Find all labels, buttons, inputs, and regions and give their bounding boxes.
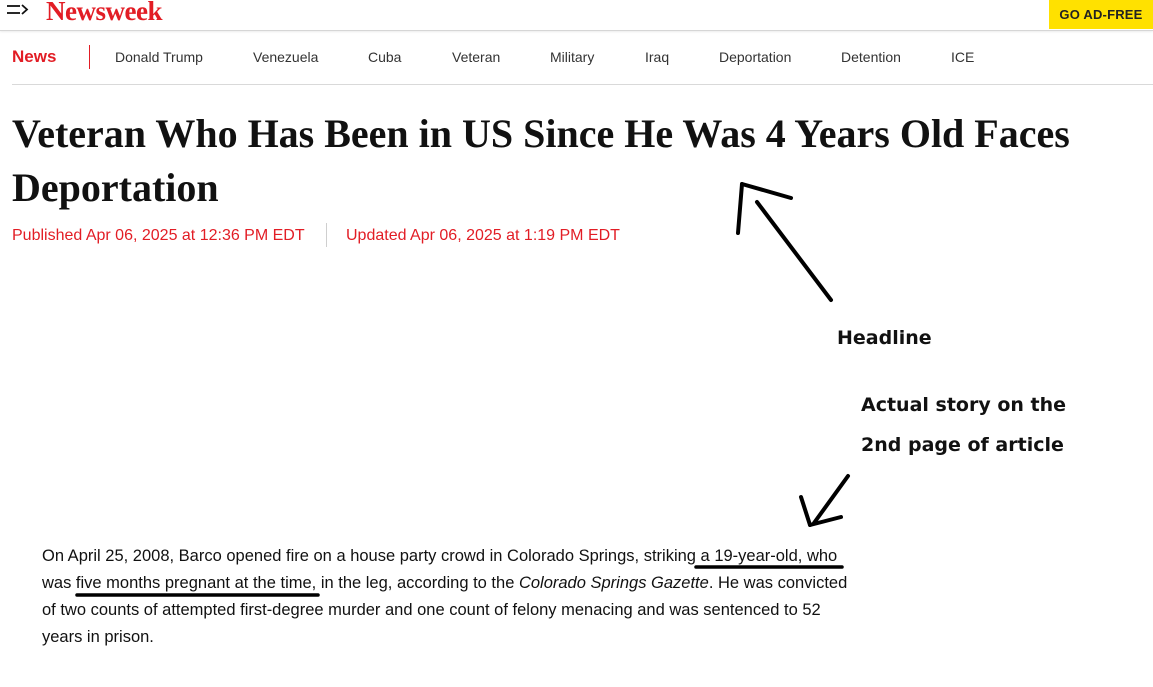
nav-item-ice[interactable]: ICE <box>951 49 974 65</box>
top-bar: Newsweek GO AD-FREE <box>0 0 1153 31</box>
story-arrow-icon <box>799 474 850 527</box>
story-text-part2: at the time, in the leg, according to th… <box>230 574 519 592</box>
nav-divider <box>89 45 90 69</box>
headline-annotation-label: Headline <box>837 327 932 349</box>
story-highlight-victim-age: striking a 19-year-old, <box>639 547 803 565</box>
nav-section-news[interactable]: News <box>12 47 56 67</box>
go-ad-free-button[interactable]: GO AD-FREE <box>1049 0 1153 29</box>
nav-item-deportation[interactable]: Deportation <box>719 49 791 65</box>
story-annotation-label-line1: Actual story on the <box>861 394 1067 416</box>
story-paragraph: On April 25, 2008, Barco opened fire on … <box>42 543 857 651</box>
updated-date: Updated Apr 06, 2025 at 1:19 PM EDT <box>346 227 620 244</box>
newsweek-logo[interactable]: Newsweek <box>46 0 162 27</box>
nav-item-venezuela[interactable]: Venezuela <box>253 49 318 65</box>
nav-item-cuba[interactable]: Cuba <box>368 49 401 65</box>
story-text-part1: On April 25, 2008, Barco opened fire on … <box>42 547 640 565</box>
nav-item-iraq[interactable]: Iraq <box>645 49 669 65</box>
nav-item-veteran[interactable]: Veteran <box>452 49 500 65</box>
topic-nav: News Donald Trump Venezuela Cuba Veteran… <box>12 44 1153 70</box>
nav-item-donald-trump[interactable]: Donald Trump <box>115 49 203 65</box>
article-headline: Veteran Who Has Been in US Since He Was … <box>12 111 1070 210</box>
nav-divider-rule <box>12 84 1153 85</box>
story-annotation-label-line2: 2nd page of article <box>861 434 1064 456</box>
story-source-link[interactable]: Colorado Springs Gazette <box>519 574 709 592</box>
nav-item-military[interactable]: Military <box>550 49 594 65</box>
nav-item-detention[interactable]: Detention <box>841 49 901 65</box>
published-date: Published Apr 06, 2025 at 12:36 PM EDT <box>12 227 305 244</box>
meta-divider <box>326 223 327 247</box>
menu-arrow-icon[interactable] <box>6 2 30 20</box>
